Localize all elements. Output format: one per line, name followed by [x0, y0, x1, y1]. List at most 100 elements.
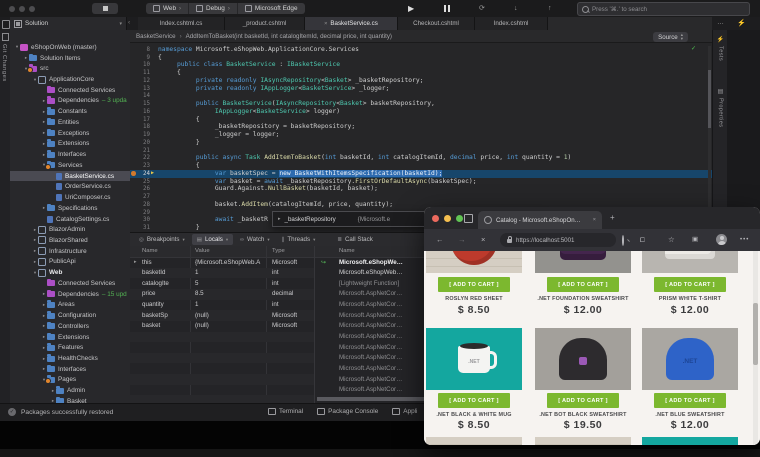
locals-row-catalogIte[interactable]: catalogIte 5 int [130, 278, 314, 289]
editor-tab-Checkout.cshtml[interactable]: Checkout.cshtml [398, 17, 475, 30]
forward-icon[interactable]: → [458, 235, 466, 245]
step-over-button[interactable]: ⟳ [479, 3, 485, 14]
code-editor[interactable]: BasketService › AddItemToBasket(int bask… [130, 30, 712, 232]
page-search-icon[interactable] [622, 235, 624, 246]
add-to-cart-button--net-black-white-mug[interactable]: [ ADD TO CART ] [438, 393, 510, 408]
browser-window[interactable]: Catalog - Microsoft.eShopOn… × + ← → × h… [424, 207, 760, 445]
locals-row-basketId[interactable]: basketId 1 int [130, 267, 314, 279]
breakpoint-indicator[interactable] [131, 171, 136, 176]
dock-tab-properties[interactable]: ▤ Properties [713, 88, 728, 128]
tree-item-dependencies[interactable]: ▸ Dependencies – 15 upd [10, 289, 130, 300]
pause-button[interactable] [444, 5, 450, 12]
run-config-web[interactable]: Web › [146, 3, 190, 14]
tree-item-healthchecks[interactable]: ▸ HealthChecks [10, 353, 130, 364]
flash-icon[interactable]: ⚡ [737, 19, 746, 27]
tree-item-publicapi[interactable]: ▸ PublicApi [10, 257, 130, 268]
product-image--net-foundation-sweatshirt[interactable] [535, 251, 631, 273]
debug-tab-threads[interactable]: ∥ Threads ▾ [277, 234, 321, 245]
tab-switcher-icon[interactable] [464, 214, 473, 223]
tree-item-extensions[interactable]: ▸ Extensions [10, 332, 130, 343]
profile-avatar[interactable] [716, 234, 727, 245]
code-area[interactable]: 78namespace Microsoft.eShopWeb.Applicati… [130, 43, 712, 232]
editor-tab-BasketService.cs[interactable]: × BasketService.cs [305, 17, 398, 30]
close-tab-icon[interactable]: × [324, 21, 327, 27]
locals-row-basketSp[interactable]: basketSp (null) Microsoft [130, 310, 314, 321]
run-configuration-control[interactable]: Web › Debug › Microsoft Edge [146, 3, 305, 14]
tree-item-extensions[interactable]: ▸ Extensions [10, 139, 130, 150]
step-into-button[interactable]: ↓ [514, 3, 518, 14]
browser-minimize-icon[interactable] [444, 215, 451, 222]
add-to-cart-button-roslyn-red-sheet[interactable]: [ ADD TO CART ] [438, 277, 510, 292]
tree-item-applicationcore[interactable]: ▾ ApplicationCore [10, 74, 130, 85]
locals-row-quantity[interactable]: quantity 1 int [130, 300, 314, 311]
tree-item-specifications[interactable]: ▸ Specifications [10, 203, 130, 214]
status-panel-terminal[interactable]: Terminal [268, 408, 303, 415]
favorites-star-icon[interactable]: ☆ [668, 235, 675, 245]
locals-row-basket[interactable]: basket (null) Microsoft [130, 321, 314, 332]
tree-item-constants[interactable]: ▸ Constants [10, 106, 130, 117]
status-panel-appli[interactable]: Appli [392, 408, 417, 415]
product-image-prism-white-t-shirt[interactable] [642, 251, 738, 273]
add-to-cart-button-prism-white-t-shirt[interactable]: [ ADD TO CART ] [654, 277, 726, 292]
tree-item-admin[interactable]: ▸ Admin [10, 385, 130, 396]
tree-item-basket[interactable]: ▸ Basket [10, 396, 130, 403]
editor-tab-Index.cshtml.cs[interactable]: Index.cshtml.cs [138, 17, 225, 30]
collections-icon[interactable]: ▣ [692, 235, 698, 245]
tree-item-orderservice-cs[interactable]: OrderService.cs [10, 181, 130, 192]
status-panel-package-console[interactable]: Package Console [317, 408, 378, 415]
debug-tab-call-stack[interactable]: ≣ Call Stack [332, 234, 377, 245]
tree-item-infrastructure[interactable]: ▸ Infrastructure [10, 246, 130, 257]
editor-scrollbar[interactable] [708, 46, 711, 226]
new-tab-icon[interactable]: + [610, 213, 615, 222]
product-image-partial-1[interactable] [535, 437, 631, 445]
locals-row-price[interactable]: price 8.5 decimal [130, 288, 314, 300]
debug-tab-breakpoints[interactable]: ◎ Breakpoints ▾ [134, 234, 190, 245]
editor-tab-_product.cshtml[interactable]: _product.cshtml [225, 17, 305, 30]
stop-debug-button[interactable] [92, 3, 118, 14]
product-image--net-bot-black-sweatshirt[interactable] [535, 328, 631, 390]
tree-item-connected-services[interactable]: Connected Services [10, 85, 130, 96]
run-config-microsoft-edge[interactable]: Microsoft Edge [238, 3, 305, 14]
tree-item-controllers[interactable]: ▸ Controllers [10, 321, 130, 332]
expander-icon[interactable]: ▸ [134, 259, 137, 265]
window-minimize-icon[interactable] [19, 6, 25, 12]
run-config-debug[interactable]: Debug › [189, 3, 238, 14]
stop-loading-icon[interactable]: × [481, 235, 485, 245]
url-text[interactable]: https://localhost:5001 [516, 237, 574, 244]
add-to-cart-button--net-blue-sweatshirt[interactable]: [ ADD TO CART ] [654, 393, 726, 408]
breadcrumb[interactable]: BasketService › AddItemToBasket(int bask… [130, 30, 712, 43]
add-to-cart-button--net-bot-black-sweatshirt[interactable]: [ ADD TO CART ] [547, 393, 619, 408]
product-image-partial-0[interactable] [426, 437, 522, 445]
page-scrollbar[interactable] [753, 251, 758, 445]
tree-item-eshoponweb-master-[interactable]: ▾ eShopOnWeb (master) [10, 42, 130, 53]
breadcrumb-class[interactable]: BasketService [136, 33, 176, 40]
tree-item-catalogsettings-cs[interactable]: CatalogSettings.cs [10, 214, 130, 225]
window-zoom-icon[interactable] [29, 6, 35, 12]
add-to-cart-button--net-foundation-sweatshirt[interactable]: [ ADD TO CART ] [547, 277, 619, 292]
tree-item-services[interactable]: ▾ Services [10, 160, 130, 171]
step-out-button[interactable]: ↑ [548, 3, 552, 14]
tree-item-interfaces[interactable]: ▸ Interfaces [10, 149, 130, 160]
product-image--net-black-white-mug[interactable]: .NET [426, 328, 522, 390]
tree-item-dependencies[interactable]: ▸ Dependencies – 3 upda [10, 96, 130, 107]
tree-item-web[interactable]: ▾ Web [10, 267, 130, 278]
product-image-partial-2[interactable] [642, 437, 738, 445]
tree-item-areas[interactable]: ▸ Areas [10, 300, 130, 311]
global-search-input[interactable]: Press '⌘.' to search [577, 2, 750, 16]
debug-tab-locals[interactable]: ▤ Locals ▾ [191, 234, 234, 245]
source-view-dropdown[interactable]: Source ▴ ▾ [653, 32, 688, 42]
browser-zoom-icon[interactable] [456, 215, 463, 222]
tree-item-src[interactable]: ▾ src [10, 63, 130, 74]
tree-item-features[interactable]: ▸ Features [10, 342, 130, 353]
tree-item-basketservice-cs[interactable]: BasketService.cs [10, 170, 130, 182]
tree-item-connected-services[interactable]: Connected Services [10, 278, 130, 289]
split-screen-icon[interactable]: ⧠ [640, 236, 645, 246]
product-image-roslyn-red-sheet[interactable] [426, 251, 522, 273]
close-tab-icon[interactable]: × [593, 217, 596, 223]
tree-item-interfaces[interactable]: ▸ Interfaces [10, 364, 130, 375]
browser-active-tab[interactable]: Catalog - Microsoft.eShopOn… × [478, 211, 602, 229]
tree-item-uricomposer-cs[interactable]: UriComposer.cs [10, 192, 130, 203]
tree-item-pages[interactable]: ▾ Pages [10, 375, 130, 386]
tree-item-entities[interactable]: ▸ Entities [10, 117, 130, 128]
breadcrumb-member[interactable]: AddItemToBasket(int basketId, int catalo… [186, 33, 392, 40]
